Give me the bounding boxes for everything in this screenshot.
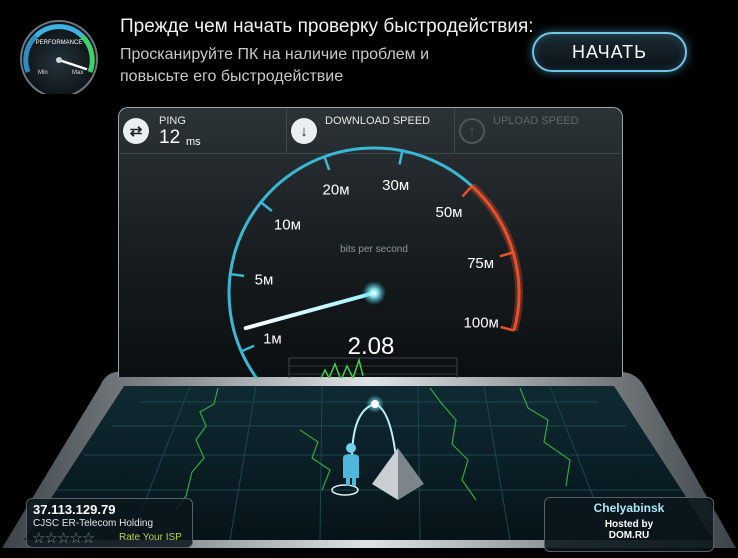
gauge-tick-label: 1м [263,331,282,348]
gauge-tick [230,272,245,278]
server-hosted-by: Hosted by [604,519,654,530]
isp-rating-stars[interactable]: ☆☆☆☆☆ [32,529,95,547]
gauge-tick [240,344,255,353]
server-city: Chelyabinsk [593,501,665,515]
server-info[interactable]: Chelyabinsk Hosted by DOM.RU [544,497,714,552]
gauge-tick-label: 30м [382,177,409,194]
isp-name: CJSC ER-Telecom Holding [33,518,154,529]
gauge-tick-label: 5м [255,272,274,289]
gauge-tick-label: 75м [467,255,494,272]
speed-gauge: 0 1м 5м 10м 20м 30м 50м 75м 100м bits per second… [227,146,523,378]
gauge-unit-label: bits per second [340,244,408,255]
gauge-hub [362,281,386,305]
gauge-tick-label: 10м [274,217,301,234]
gauge-tick-label: 100м [464,315,499,332]
gauge-tick [260,201,273,212]
ip-address: 37.113.129.79 [33,502,116,517]
gauge-tick-label: 0 [306,377,314,378]
gauge-tick [461,185,473,198]
gauge-tick [398,150,404,165]
speedtest-panel: ⇄ PING 12 ms ↓ DOWNLOAD SPEED ↑ UPLOAD S… [118,107,623,378]
gauge-tick-label: 50м [435,204,462,221]
throughput-sparkline [288,357,458,378]
gauge-needle [243,291,376,331]
gauge-tick-label: 20м [323,182,350,199]
rate-isp-link[interactable]: Rate Your ISP [119,532,182,543]
isp-info: 37.113.129.79 CJSC ER-Telecom Holding ☆☆… [26,498,193,548]
gauge-current-value: 2.08 [348,333,395,360]
server-host: DOM.RU [608,530,650,541]
gauge-tick [323,156,331,171]
